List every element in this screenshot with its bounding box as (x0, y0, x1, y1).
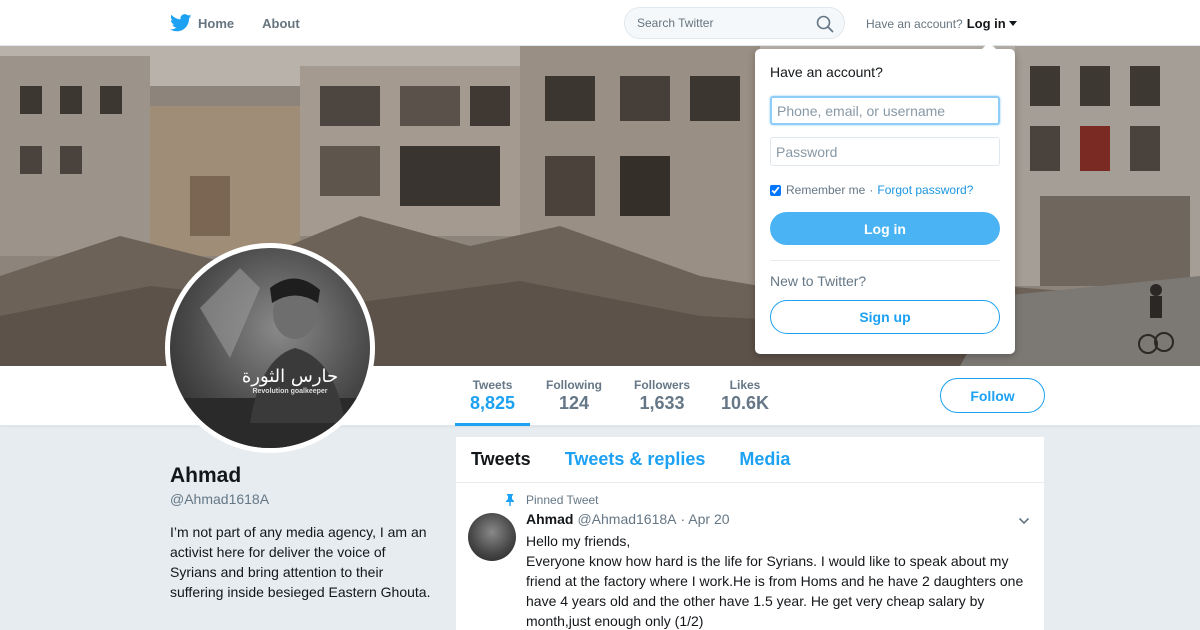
stat-following-value: 124 (558, 393, 590, 413)
avatar-english-caption: Revolution goalkeeper (252, 388, 328, 395)
pinned-indicator: Pinned Tweet (504, 493, 599, 507)
chevron-down-icon[interactable] (1018, 515, 1030, 527)
stat-likes-value: 10.6K (720, 393, 770, 413)
new-to-twitter-text: New to Twitter? (770, 273, 867, 289)
tab-tweets-replies[interactable]: Tweets & replies (565, 449, 706, 470)
search-box (624, 7, 845, 39)
tweet-author-name[interactable]: Ahmad (526, 511, 573, 527)
pinned-label: Pinned Tweet (526, 493, 599, 507)
twitter-bird-icon (170, 14, 192, 32)
remember-row: Remember me · Forgot password? (770, 183, 973, 197)
stat-following[interactable]: Following 124 (540, 378, 608, 414)
forgot-password-link[interactable]: Forgot password? (877, 183, 973, 197)
top-navigation-bar: Home About Have an account? Log in (0, 0, 1200, 46)
stat-tweets-value: 8,825 (469, 393, 516, 413)
stat-followers-value: 1,633 (639, 393, 685, 413)
timeline-tabs: Tweets Tweets & replies Media (456, 437, 1044, 483)
login-toggle-label: Log in (966, 16, 1006, 31)
tweet-text-line1: Hello my friends, (526, 533, 631, 549)
login-dropdown-title: Have an account? (770, 64, 883, 80)
remember-me-label: Remember me (786, 183, 866, 197)
tab-media[interactable]: Media (739, 449, 790, 470)
stat-followers[interactable]: Followers 1,633 (628, 378, 696, 414)
signup-button[interactable]: Sign up (770, 300, 1000, 334)
remember-me-checkbox[interactable] (770, 184, 781, 196)
nav-home[interactable]: Home (170, 14, 234, 32)
profile-name[interactable]: Ahmad (170, 464, 241, 488)
avatar-image: حارس الثورة Revolution goalkeeper (170, 248, 370, 448)
separator-dot: · (869, 183, 874, 197)
pinned-tweet[interactable]: Pinned Tweet Ahmad @Ahmad1618A · Apr 20 … (456, 483, 1044, 630)
dropdown-divider (770, 260, 1000, 261)
nav-about-label: About (262, 15, 300, 31)
login-dropdown-toggle[interactable]: Log in (967, 16, 1017, 31)
account-area: Have an account? Log in (866, 16, 1017, 31)
tweet-text-body: Everyone know how hard is the life for S… (526, 553, 1024, 629)
search-icon[interactable] (816, 15, 834, 33)
password-field[interactable] (770, 137, 1000, 166)
stat-tweets-label: Tweets (472, 378, 513, 392)
pin-icon (506, 494, 514, 506)
tweet-text: Hello my friends, Everyone know how hard… (526, 531, 1031, 630)
stat-likes[interactable]: Likes 10.6K (715, 378, 775, 414)
timeline: Tweets Tweets & replies Media Pinned Twe… (456, 437, 1044, 630)
nav-home-label: Home (198, 15, 235, 31)
username-field[interactable] (770, 96, 1000, 125)
avatar[interactable]: حارس الثورة Revolution goalkeeper (165, 243, 375, 453)
tweet-timestamp[interactable]: · Apr 20 (681, 511, 730, 527)
login-dropdown: Have an account? Remember me · Forgot pa… (755, 42, 1015, 354)
follow-button[interactable]: Follow (940, 378, 1045, 413)
stat-followers-label: Followers (633, 378, 690, 392)
nav-left: Home About (170, 0, 328, 46)
stat-likes-label: Likes (729, 378, 761, 392)
search-input[interactable] (637, 16, 807, 30)
profile-handle[interactable]: @Ahmad1618A (170, 491, 269, 507)
login-button[interactable]: Log in (770, 212, 1000, 245)
avatar-portrait-illustration (170, 268, 370, 448)
nav-about[interactable]: About (262, 16, 300, 31)
caret-down-icon (1008, 21, 1017, 26)
tweet-author-handle[interactable]: @Ahmad1618A (577, 511, 676, 527)
profile-bio: I’m not part of any media agency, I am a… (170, 524, 431, 600)
stat-following-label: Following (546, 378, 602, 392)
tab-tweets[interactable]: Tweets (471, 449, 531, 470)
tweet-avatar[interactable] (468, 513, 516, 561)
stat-tweets[interactable]: Tweets 8,825 (455, 378, 530, 426)
avatar-arabic-caption: حارس الثورة (241, 366, 339, 387)
account-prompt: Have an account? (866, 16, 963, 31)
tweet-header: Ahmad @Ahmad1618A · Apr 20 (526, 511, 730, 527)
